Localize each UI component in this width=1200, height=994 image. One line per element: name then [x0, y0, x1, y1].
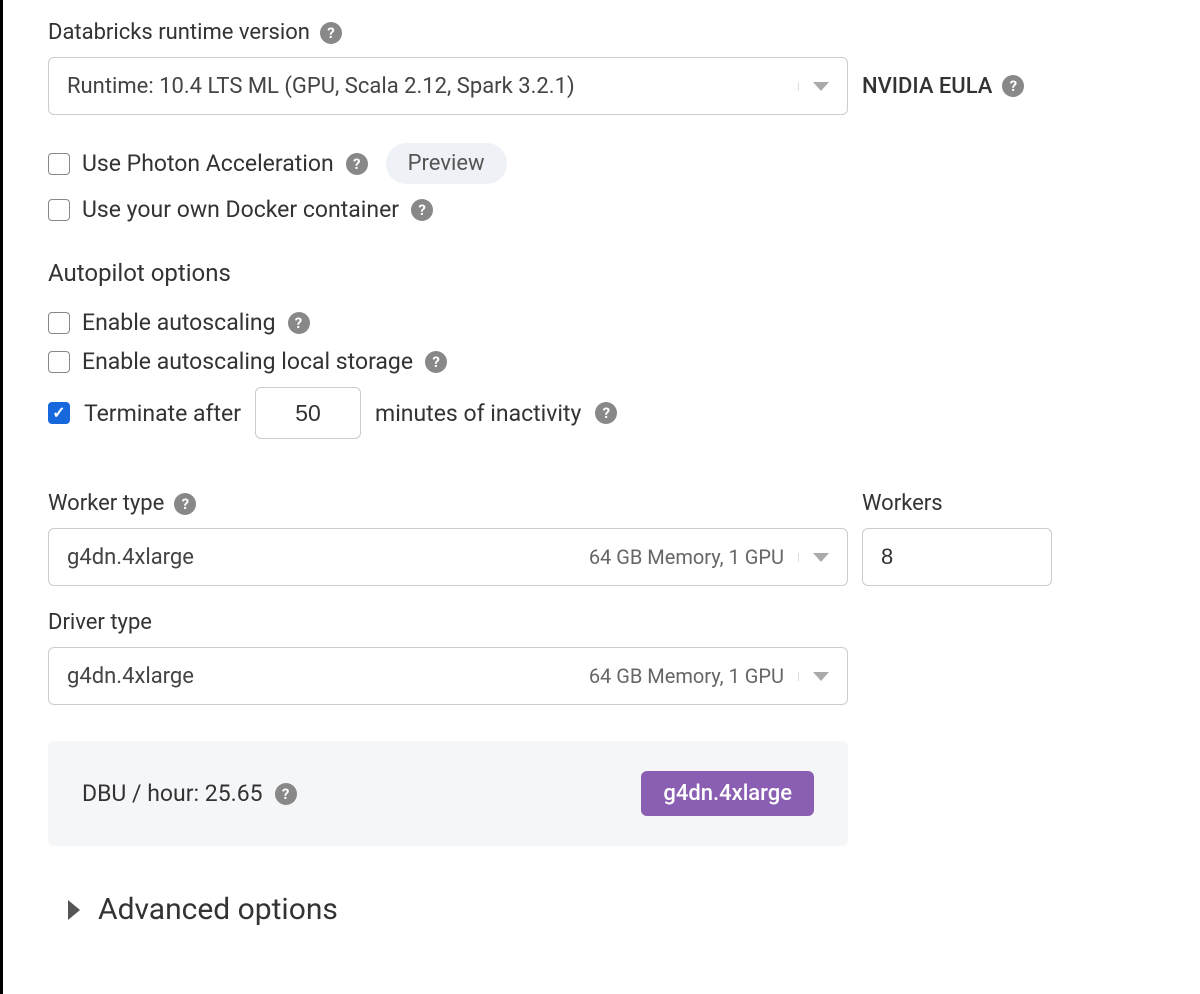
worker-type-label: Worker type ? — [48, 491, 848, 516]
help-icon[interactable]: ? — [174, 493, 196, 515]
help-icon[interactable]: ? — [595, 402, 617, 424]
terminate-checkbox[interactable] — [48, 402, 70, 424]
photon-label: Use Photon Acceleration — [82, 150, 334, 177]
help-icon[interactable]: ? — [320, 22, 342, 44]
instance-chip: g4dn.4xlarge — [641, 771, 814, 816]
driver-type-hint: 64 GB Memory, 1 GPU — [589, 664, 798, 688]
runtime-version-label-text: Databricks runtime version — [48, 20, 310, 45]
driver-type-value: g4dn.4xlarge — [67, 664, 194, 689]
dbu-label: DBU / hour: 25.65 — [82, 780, 263, 807]
dbu-info-panel: DBU / hour: 25.65 ? g4dn.4xlarge — [48, 741, 848, 846]
worker-type-select[interactable]: g4dn.4xlarge 64 GB Memory, 1 GPU — [48, 528, 848, 586]
docker-label: Use your own Docker container — [82, 196, 399, 223]
runtime-version-select[interactable]: Runtime: 10.4 LTS ML (GPU, Scala 2.12, S… — [48, 57, 848, 115]
autopilot-heading: Autopilot options — [48, 259, 1155, 287]
triangle-right-icon — [68, 900, 80, 920]
autoscaling-local-storage-label: Enable autoscaling local storage — [82, 348, 413, 375]
workers-input[interactable] — [862, 528, 1052, 586]
terminate-minutes-input[interactable] — [255, 387, 361, 439]
help-icon[interactable]: ? — [346, 153, 368, 175]
advanced-options-label: Advanced options — [98, 892, 338, 927]
runtime-version-label: Databricks runtime version ? — [48, 20, 342, 45]
help-icon[interactable]: ? — [1002, 75, 1024, 97]
worker-type-label-text: Worker type — [48, 491, 164, 516]
autoscaling-checkbox[interactable] — [48, 312, 70, 334]
nvidia-eula-link[interactable]: NVIDIA EULA ? — [862, 74, 1024, 99]
photon-checkbox[interactable] — [48, 153, 70, 175]
driver-type-label: Driver type — [48, 610, 848, 635]
autoscaling-local-storage-checkbox[interactable] — [48, 351, 70, 373]
runtime-version-value: Runtime: 10.4 LTS ML (GPU, Scala 2.12, S… — [67, 74, 575, 99]
terminate-before-label: Terminate after — [84, 400, 241, 427]
chevron-down-icon — [798, 82, 829, 91]
help-icon[interactable]: ? — [411, 199, 433, 221]
advanced-options-toggle[interactable]: Advanced options — [48, 892, 1155, 927]
terminate-after-label: minutes of inactivity — [375, 400, 581, 427]
help-icon[interactable]: ? — [288, 312, 310, 334]
autoscaling-label: Enable autoscaling — [82, 309, 276, 336]
driver-type-select[interactable]: g4dn.4xlarge 64 GB Memory, 1 GPU — [48, 647, 848, 705]
docker-checkbox[interactable] — [48, 199, 70, 221]
chevron-down-icon — [798, 553, 829, 562]
worker-type-value: g4dn.4xlarge — [67, 545, 194, 570]
chevron-down-icon — [798, 672, 829, 681]
nvidia-eula-text: NVIDIA EULA — [862, 74, 992, 99]
preview-badge: Preview — [386, 143, 507, 184]
help-icon[interactable]: ? — [425, 351, 447, 373]
worker-type-hint: 64 GB Memory, 1 GPU — [589, 545, 798, 569]
help-icon[interactable]: ? — [275, 783, 297, 805]
workers-label: Workers — [862, 491, 1052, 516]
